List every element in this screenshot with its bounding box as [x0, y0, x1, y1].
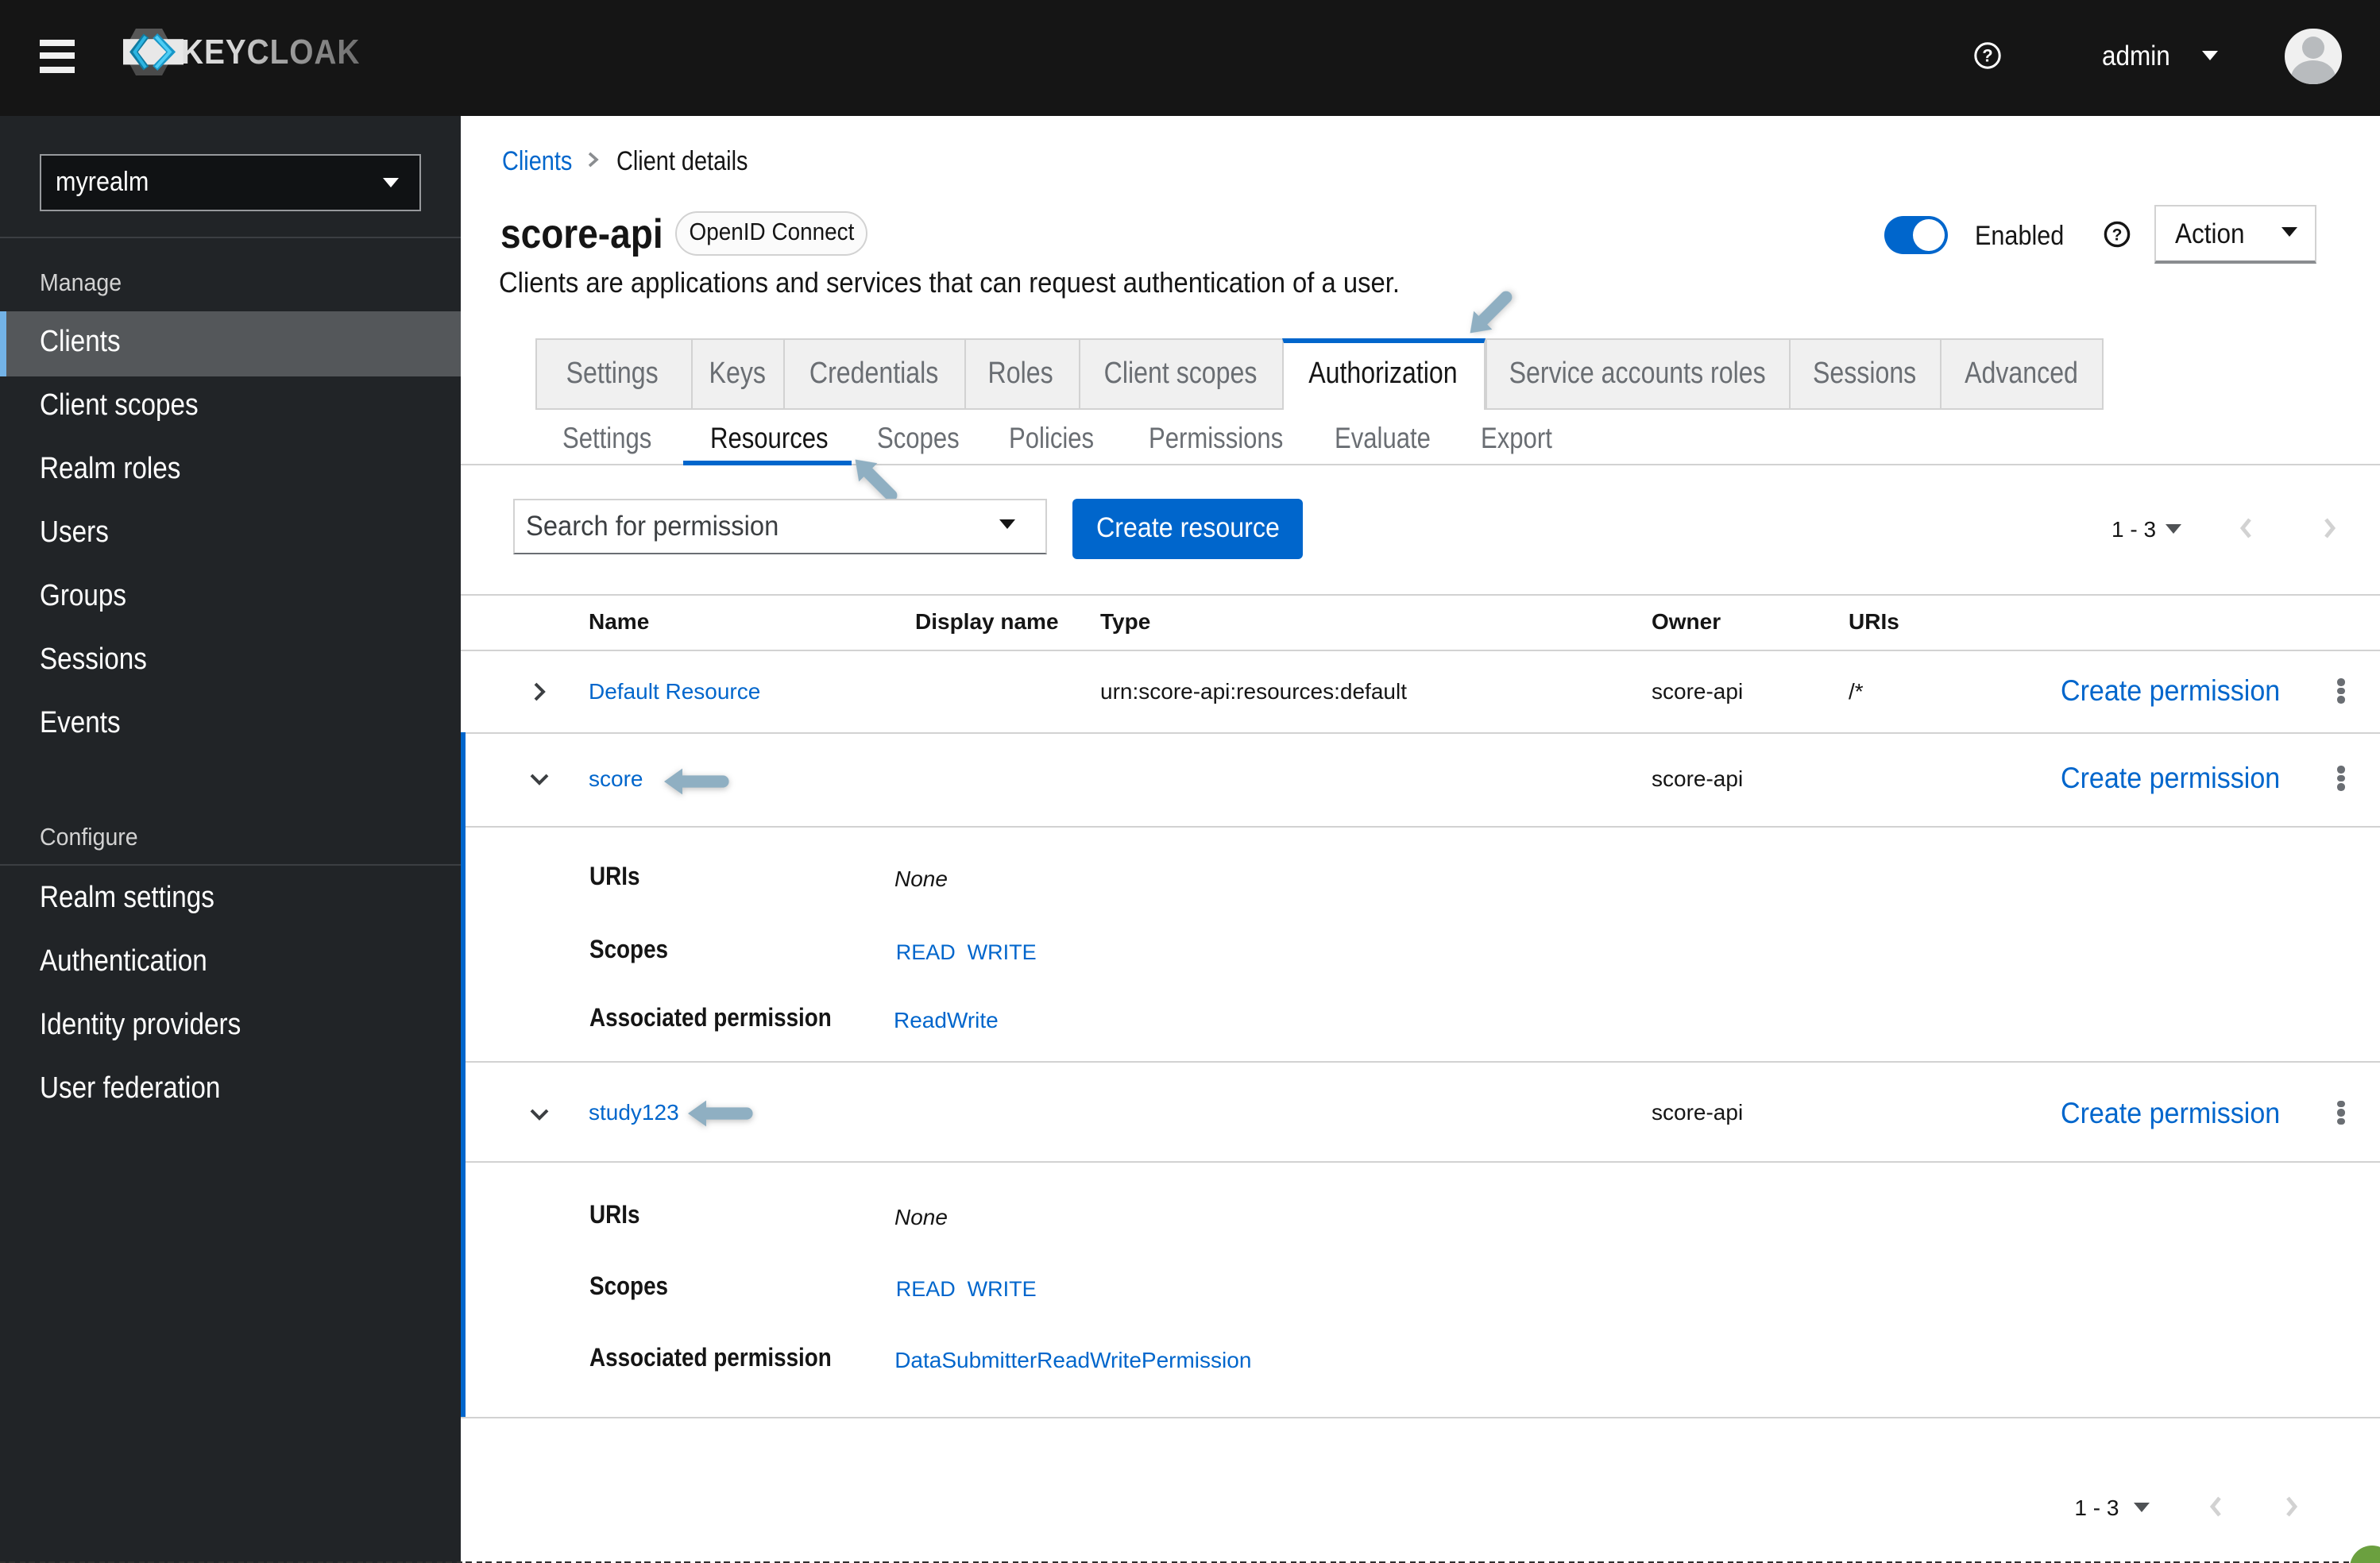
svg-text:?: ? [1982, 45, 1992, 65]
svg-text:?: ? [2112, 226, 2123, 244]
